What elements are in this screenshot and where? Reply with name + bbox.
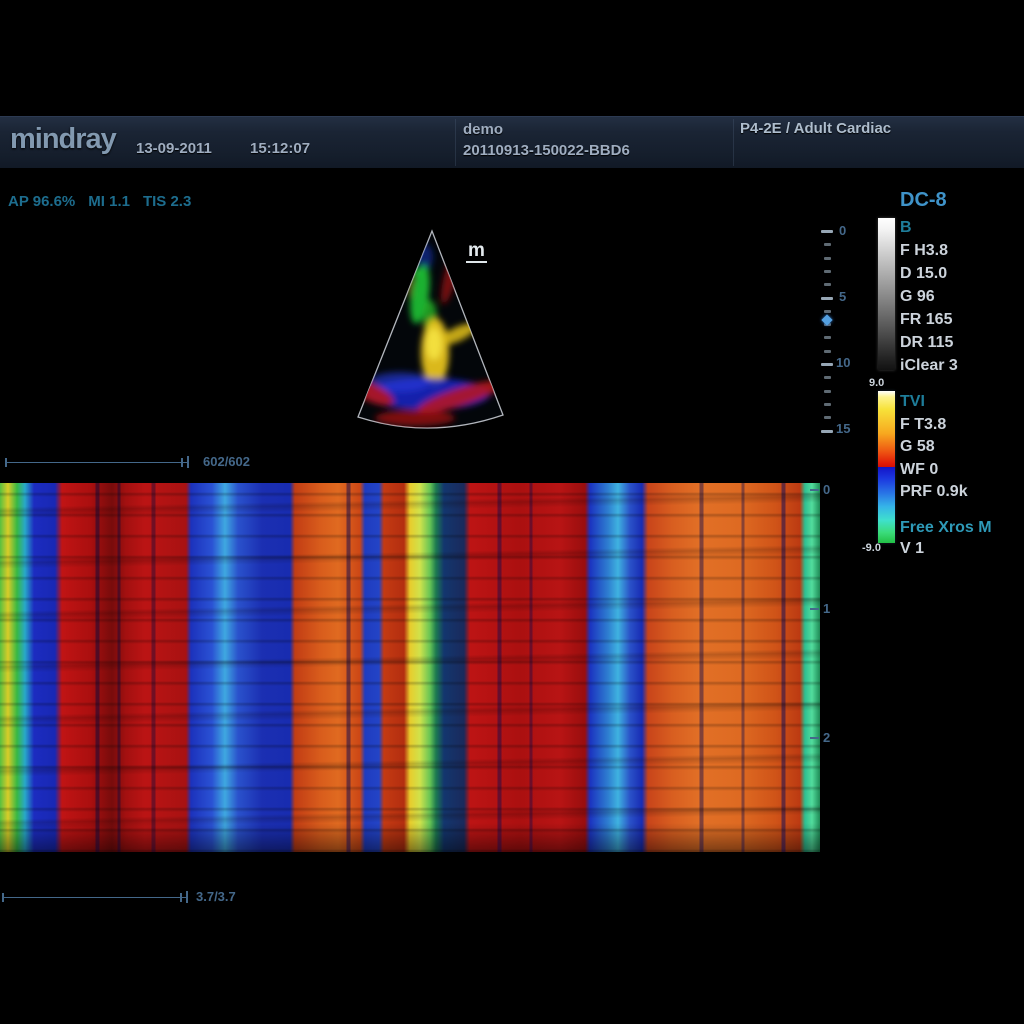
b-param-gain: G 96	[900, 285, 958, 308]
free-xros-m-velocity: V 1	[900, 540, 924, 558]
depth-minor-tick	[824, 283, 831, 286]
free-xros-m-label: Free Xros M	[900, 519, 992, 537]
tvi-param-gain: G 58	[900, 436, 968, 459]
depth-minor-tick	[824, 270, 831, 273]
b-param-frequency: F H3.8	[900, 239, 958, 262]
tvi-param-wallfilter: WF 0	[900, 459, 968, 482]
exam-time: 15:12:07	[250, 140, 310, 157]
time-scale-line	[2, 897, 186, 898]
ap-value: AP 96.6%	[8, 193, 75, 210]
depth-minor-tick	[824, 310, 831, 313]
mindray-logo: mindray	[10, 123, 116, 156]
cine-frame-counter: 602/602	[203, 454, 250, 469]
cine-cursor-tick[interactable]	[187, 456, 189, 468]
depth-label-10: 10	[836, 355, 850, 370]
header-bar: mindray 13-09-2011 15:12:07 demo 2011091…	[0, 116, 1024, 168]
cine-line[interactable]	[5, 462, 187, 463]
tvi-param-frequency: F T3.8	[900, 414, 968, 437]
time-scale-start-tick	[2, 893, 4, 902]
header-divider	[455, 119, 456, 166]
depth-minor-tick	[824, 416, 831, 419]
grayscale-bar	[878, 218, 895, 370]
depth-label-15: 15	[836, 421, 850, 436]
mmode-depth-label-0: 0	[823, 482, 830, 497]
ultrasound-screen: { "colors": { "teal_label": "#1e7d9a", "…	[0, 0, 1024, 1024]
b-param-framerate: FR 165	[900, 308, 958, 331]
mmode-depth-label-1: 1	[823, 601, 830, 616]
depth-major-tick	[821, 430, 833, 433]
acoustic-output-readout: AP 96.6% MI 1.1 TIS 2.3	[8, 193, 204, 210]
depth-minor-tick	[824, 350, 831, 353]
depth-minor-tick	[824, 390, 831, 393]
exam-id: 20110913-150022-BBD6	[463, 142, 630, 159]
tvi-scale-min: -9.0	[862, 542, 881, 554]
tvi-label: TVI	[900, 391, 968, 414]
tvi-color-bar	[878, 391, 895, 543]
b-param-dynamicrange: DR 115	[900, 331, 958, 354]
time-scale-cursor-tick	[186, 891, 188, 903]
cine-start-tick	[5, 458, 7, 467]
b-mode-label: B	[900, 216, 958, 239]
sweep-time-value: 3.7/3.7	[196, 889, 236, 904]
mmode-depth-tick	[810, 608, 819, 610]
m-line-marker: m	[466, 241, 487, 263]
system-model-label: DC-8	[900, 189, 947, 212]
mi-value: MI 1.1	[88, 193, 130, 210]
mmode-trace-display[interactable]	[0, 483, 820, 852]
time-scale-end-tick	[180, 893, 182, 902]
tis-value: TIS 2.3	[143, 193, 191, 210]
b-param-depth: D 15.0	[900, 262, 958, 285]
tvi-param-prf: PRF 0.9k	[900, 481, 968, 504]
depth-minor-tick	[824, 257, 831, 260]
patient-name: demo	[463, 121, 503, 138]
depth-major-tick	[821, 230, 833, 233]
mmode-depth-tick	[810, 489, 819, 491]
header-divider	[733, 119, 734, 166]
depth-minor-tick	[824, 376, 831, 379]
sector-image[interactable]	[340, 222, 540, 442]
mmode-depth-tick	[810, 737, 819, 739]
depth-minor-tick	[824, 336, 831, 339]
depth-major-tick	[821, 363, 833, 366]
depth-major-tick	[821, 297, 833, 300]
b-param-iclear: iClear 3	[900, 354, 958, 377]
depth-label-5: 5	[839, 289, 846, 304]
b-mode-params: B F H3.8 D 15.0 G 96 FR 165 DR 115 iClea…	[900, 216, 958, 377]
probe-preset: P4-2E / Adult Cardiac	[740, 120, 891, 137]
tvi-params: TVI F T3.8 G 58 WF 0 PRF 0.9k	[900, 391, 968, 504]
tvi-scale-max: 9.0	[869, 377, 884, 389]
depth-label-0: 0	[839, 223, 846, 238]
mmode-depth-label-2: 2	[823, 730, 830, 745]
exam-date: 13-09-2011	[136, 140, 212, 157]
doppler-color-blobs	[343, 244, 506, 426]
cine-end-tick	[181, 458, 183, 467]
depth-minor-tick	[824, 243, 831, 246]
depth-minor-tick	[824, 403, 831, 406]
